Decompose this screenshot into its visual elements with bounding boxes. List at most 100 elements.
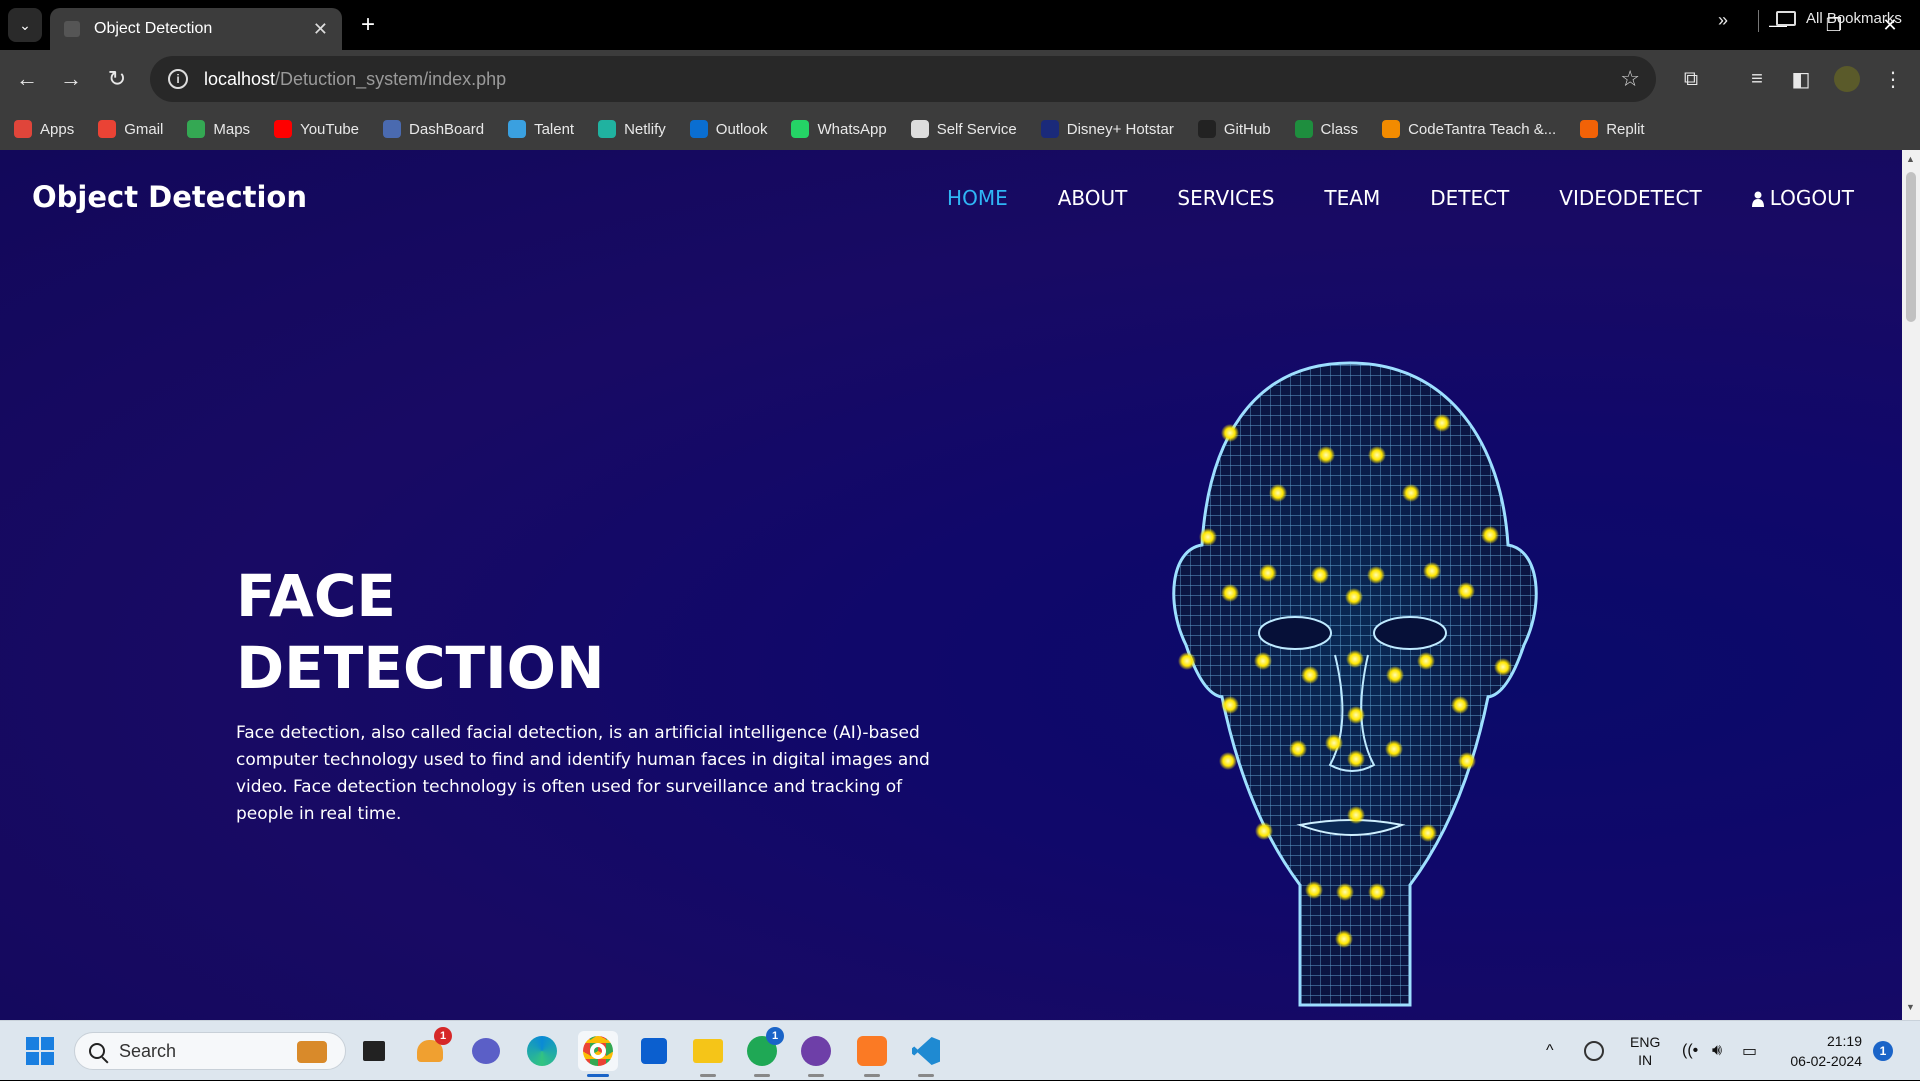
bookmark-apps[interactable]: Apps <box>14 120 74 138</box>
bookmark-github[interactable]: GitHub <box>1197 120 1271 138</box>
bookmark-label: Replit <box>1606 120 1645 138</box>
side-panel-icon[interactable]: ◧ <box>1784 62 1818 96</box>
nav-services[interactable]: SERVICES <box>1177 186 1274 210</box>
bookmark-codetantra-teach[interactable]: CodeTantra Teach &... <box>1382 120 1556 138</box>
wifi-icon[interactable]: ((• <box>1682 1021 1698 1081</box>
web-page: Object Detection HOME ABOUT SERVICES TEA… <box>0 150 1902 1020</box>
bookmark-outlook[interactable]: Outlook <box>689 120 768 138</box>
taskbar-app-weather[interactable]: 1 <box>410 1027 452 1071</box>
battery-icon[interactable]: ▭ <box>1742 1021 1757 1081</box>
media-controls-icon[interactable]: ≡ <box>1740 62 1774 96</box>
hero-description: Face detection, also called facial detec… <box>236 723 930 824</box>
bookmark-whatsapp[interactable]: WhatsApp <box>791 120 887 138</box>
tab-close-icon[interactable]: ✕ <box>313 19 328 40</box>
new-tab-button[interactable]: + <box>352 10 384 40</box>
active-indicator <box>587 1074 609 1077</box>
scroll-up-icon[interactable]: ▲ <box>1906 154 1915 164</box>
scrollbar-thumb[interactable] <box>1906 172 1916 322</box>
taskbar-app-chrome[interactable] <box>578 1031 618 1077</box>
menu-kebab-icon[interactable]: ⋮ <box>1876 62 1910 96</box>
running-indicator <box>808 1074 824 1077</box>
system-clock[interactable]: 21:19 06-02-2024 <box>1776 1031 1862 1071</box>
bookmarks-bar: Apps Gmail Maps YouTube DashBoard Talent Netli… <box>0 108 1920 150</box>
user-icon <box>1751 191 1764 207</box>
nav-videodetect[interactable]: VIDEODETECT <box>1559 186 1701 210</box>
start-button[interactable] <box>20 1031 60 1071</box>
reload-icon[interactable]: ↻ <box>100 62 134 96</box>
bookmark-label: Talent <box>534 120 575 138</box>
volume-icon[interactable]: 🔊︎ <box>1712 1021 1722 1081</box>
taskbar-app-store[interactable] <box>634 1031 674 1071</box>
url-host: localhost <box>204 68 276 89</box>
forward-arrow-icon[interactable]: → <box>54 62 88 96</box>
store-icon <box>641 1038 667 1064</box>
bookmark-disney-hotstar[interactable]: Disney+ Hotstar <box>1040 120 1174 138</box>
site-nav: HOME ABOUT SERVICES TEAM DETECT VIDEODET… <box>897 186 1854 210</box>
bookmark-label: CodeTantra Teach &... <box>1408 120 1557 138</box>
nav-home[interactable]: HOME <box>947 186 1008 210</box>
task-view-button[interactable] <box>354 1031 394 1071</box>
bookmark-star-icon[interactable]: ☆ <box>1620 66 1640 92</box>
tray-overflow-icon[interactable]: ^ <box>1546 1021 1554 1081</box>
taskbar-app-edge[interactable] <box>522 1031 562 1071</box>
extensions-icon[interactable]: ⧉ <box>1674 62 1708 96</box>
taskbar-app-github-desktop[interactable] <box>796 1031 836 1077</box>
clock-time: 21:19 <box>1826 1033 1862 1049</box>
scroll-down-icon[interactable]: ▼ <box>1906 1002 1915 1012</box>
search-highlight-icon <box>297 1041 327 1063</box>
back-arrow-icon[interactable]: ← <box>10 62 44 96</box>
page-scrollbar[interactable]: ▲ ▼ <box>1902 150 1920 1020</box>
taskbar-app-whatsapp[interactable]: 1 <box>742 1027 784 1077</box>
nav-detect[interactable]: DETECT <box>1430 186 1509 210</box>
bookmark-favicon-icon <box>689 120 708 138</box>
region-label: IN <box>1638 1052 1653 1068</box>
address-bar[interactable]: i localhost/Detuction_system/index.php ☆ <box>150 56 1656 102</box>
windows-taskbar: Search 1 1 ^ ENG IN ((• 🔊︎ ▭ 21:19 06-02… <box>0 1020 1920 1080</box>
bookmark-class[interactable]: Class <box>1294 120 1359 138</box>
bookmark-talent[interactable]: Talent <box>508 120 574 138</box>
bookmark-gmail[interactable]: Gmail <box>98 120 163 138</box>
language-indicator[interactable]: ENG IN <box>1630 1021 1660 1081</box>
bookmark-favicon-icon <box>508 120 527 138</box>
notification-center-badge[interactable]: 1 <box>1873 1041 1893 1061</box>
running-indicator <box>864 1074 880 1077</box>
taskbar-app-meet[interactable] <box>466 1031 506 1071</box>
bookmark-replit[interactable]: Replit <box>1580 120 1645 138</box>
taskbar-app-vscode[interactable] <box>906 1031 946 1077</box>
browser-tab[interactable]: Object Detection ✕ <box>50 8 342 50</box>
hero-title: FACE DETECTION <box>236 560 605 704</box>
bookmark-youtube[interactable]: YouTube <box>274 120 359 138</box>
all-bookmarks-button[interactable]: All Bookmarks <box>1776 10 1902 27</box>
bookmark-maps[interactable]: Maps <box>187 120 250 138</box>
search-icon <box>89 1043 105 1059</box>
bookmark-favicon-icon <box>187 120 206 138</box>
bookmarks-overflow-icon[interactable]: » <box>1718 10 1728 31</box>
tab-search-dropdown[interactable]: ⌄ <box>8 8 42 42</box>
sync-icon[interactable] <box>1584 1021 1604 1081</box>
bookmark-label: Self Service <box>936 120 1017 138</box>
bookmark-favicon-icon <box>274 120 293 138</box>
nav-team[interactable]: TEAM <box>1324 186 1380 210</box>
profile-avatar[interactable] <box>1834 66 1860 92</box>
all-bookmarks-label: All Bookmarks <box>1806 10 1902 27</box>
nav-about[interactable]: ABOUT <box>1058 186 1128 210</box>
folder-icon <box>1776 11 1796 26</box>
bookmark-label: Class <box>1320 120 1359 138</box>
nav-logout[interactable]: LOGOUT <box>1751 186 1854 210</box>
taskbar-app-xampp[interactable] <box>852 1031 892 1077</box>
site-brand[interactable]: Object Detection <box>32 180 307 214</box>
taskbar-app-explorer[interactable] <box>688 1031 728 1077</box>
meet-icon <box>472 1038 500 1064</box>
bookmark-netlify[interactable]: Netlify <box>598 120 666 138</box>
site-info-icon[interactable]: i <box>168 69 188 89</box>
bookmark-favicon-icon <box>1382 120 1401 138</box>
bookmark-self-service[interactable]: Self Service <box>910 120 1017 138</box>
tab-favicon-icon <box>64 21 80 37</box>
taskbar-search[interactable]: Search <box>74 1032 346 1070</box>
browser-toolbar: ← → ↻ i localhost/Detuction_system/index… <box>0 50 1920 108</box>
edge-icon <box>527 1036 557 1066</box>
bookmark-label: Outlook <box>715 120 768 138</box>
bookmark-label: DashBoard <box>409 120 485 138</box>
bookmark-dashboard[interactable]: DashBoard <box>383 120 484 138</box>
bookmark-favicon-icon <box>598 120 617 138</box>
